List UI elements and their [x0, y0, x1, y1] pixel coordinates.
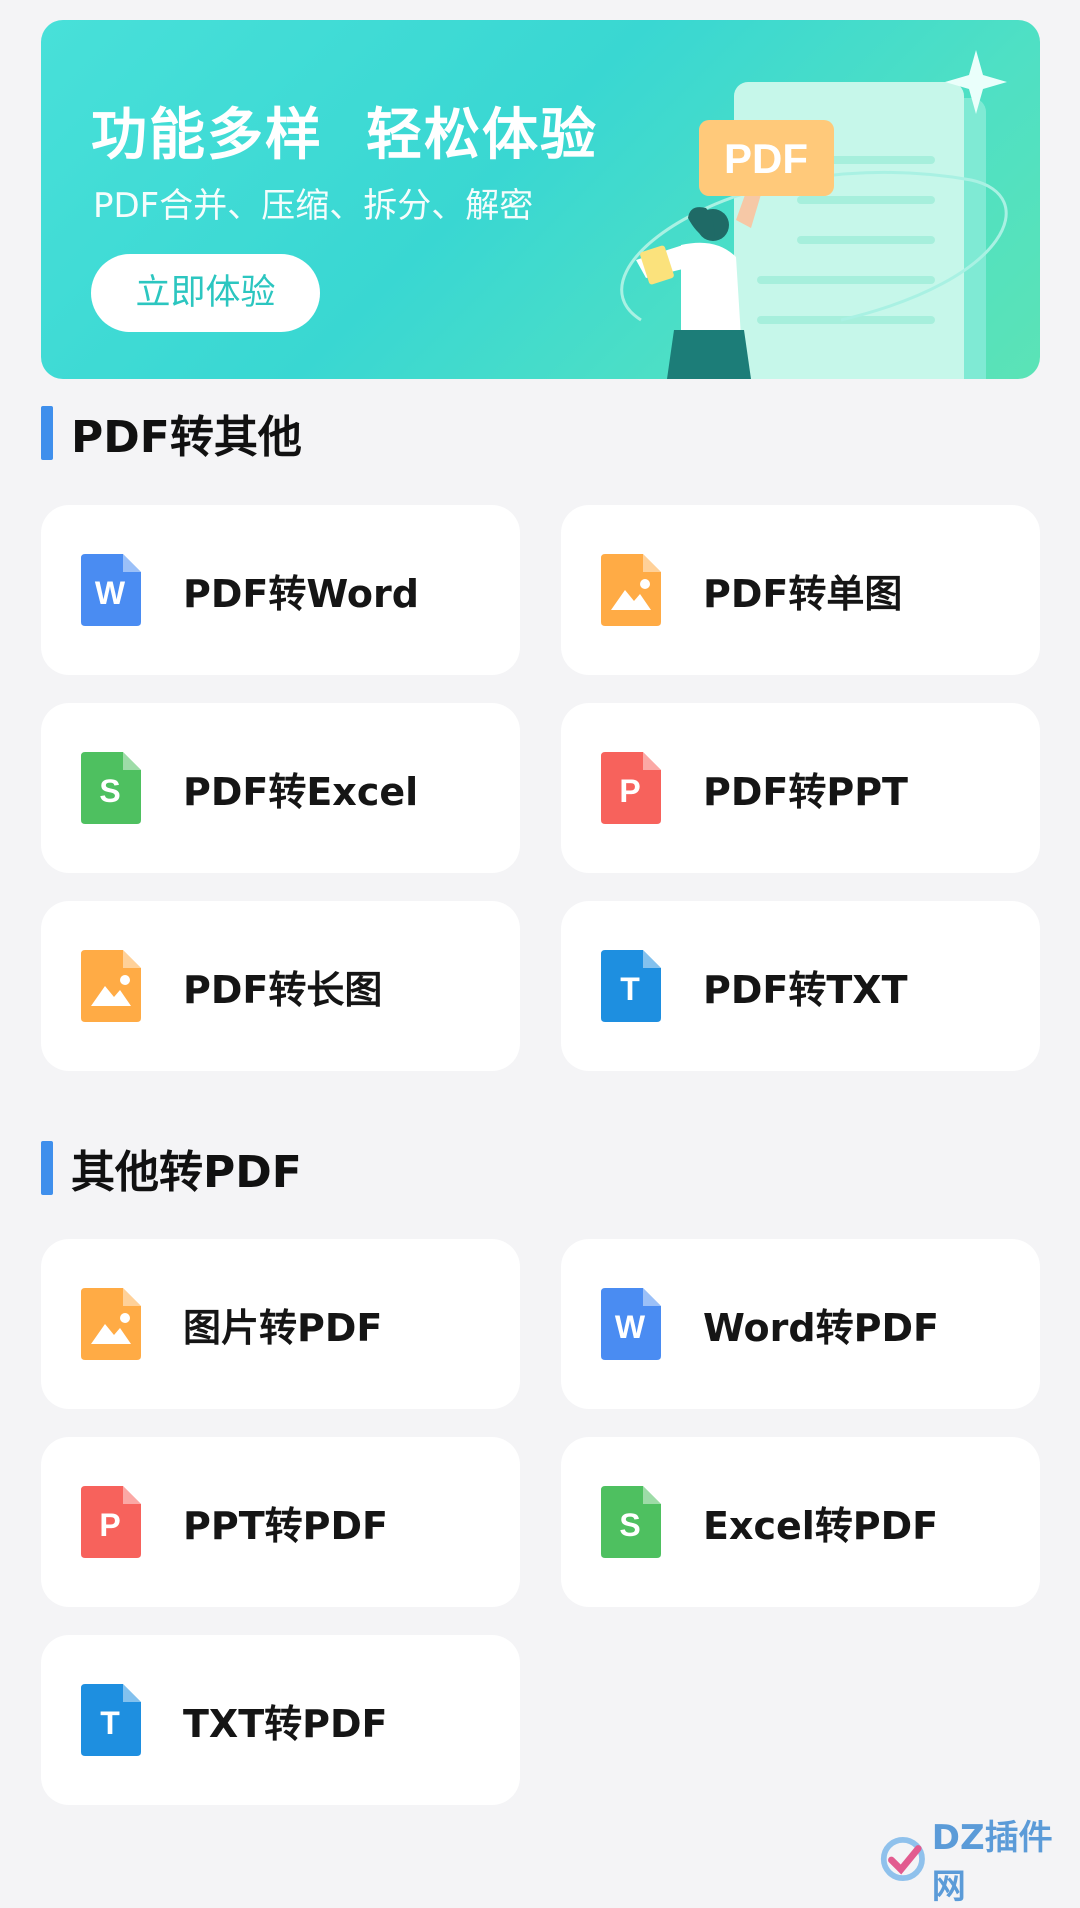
svg-text:W: W — [615, 1309, 646, 1345]
tool-card-label: PDF转Word — [183, 571, 419, 616]
pdf-badge-text: PDF — [724, 135, 808, 182]
tool-card-txt-to-pdf[interactable]: T TXT转PDF — [41, 1635, 520, 1805]
watermark-text: DZ插件网 — [931, 1818, 1053, 1907]
tool-card-label: PDF转PPT — [703, 769, 908, 814]
section-accent-bar — [41, 1141, 53, 1195]
tool-card-pdf-to-excel[interactable]: S PDF转Excel — [41, 703, 520, 873]
section-header-pdf-to-other: PDF转其他 — [41, 406, 302, 463]
ppt-file-icon: P — [81, 1486, 141, 1558]
tool-card-pdf-to-image[interactable]: PDF转单图 — [561, 505, 1040, 675]
try-now-button[interactable]: 立即体验 — [91, 254, 320, 332]
section-title: PDF转其他 — [71, 412, 302, 463]
word-file-icon: W — [81, 554, 141, 626]
tool-card-label: Excel转PDF — [703, 1503, 939, 1548]
section-title: 其他转PDF — [71, 1147, 302, 1198]
svg-text:P: P — [99, 1507, 120, 1543]
tool-card-pdf-to-long-image[interactable]: PDF转长图 — [41, 901, 520, 1071]
svg-text:T: T — [100, 1705, 120, 1741]
txt-file-icon: T — [81, 1684, 141, 1756]
section-header-other-to-pdf: 其他转PDF — [41, 1141, 302, 1198]
tool-card-label: PPT转PDF — [183, 1503, 388, 1548]
tool-card-label: Word转PDF — [703, 1305, 939, 1350]
image-file-icon — [601, 554, 661, 626]
watermark-check-icon — [880, 1836, 925, 1882]
svg-text:W: W — [95, 575, 126, 611]
tool-card-word-to-pdf[interactable]: W Word转PDF — [561, 1239, 1040, 1409]
tool-card-excel-to-pdf[interactable]: S Excel转PDF — [561, 1437, 1040, 1607]
tool-card-label: PDF转单图 — [703, 571, 903, 616]
watermark-logo: DZ插件网 — [878, 1810, 1080, 1908]
excel-file-icon: S — [601, 1486, 661, 1558]
promo-banner[interactable]: PDF 功能多样 轻松体验 PDF合并、压缩、拆分、解密 立即体验 — [41, 20, 1040, 379]
tool-card-label: PDF转Excel — [183, 769, 419, 814]
tool-card-pdf-to-ppt[interactable]: P PDF转PPT — [561, 703, 1040, 873]
section-accent-bar — [41, 406, 53, 460]
tool-card-pdf-to-txt[interactable]: T PDF转TXT — [561, 901, 1040, 1071]
tool-card-pdf-to-word[interactable]: W PDF转Word — [41, 505, 520, 675]
image-file-icon — [81, 950, 141, 1022]
ppt-file-icon: P — [601, 752, 661, 824]
word-file-icon: W — [601, 1288, 661, 1360]
tool-card-label: PDF转TXT — [703, 967, 908, 1012]
image-file-icon — [81, 1288, 141, 1360]
banner-subtitle: PDF合并、压缩、拆分、解密 — [93, 186, 534, 226]
svg-text:T: T — [620, 971, 640, 1007]
tool-card-image-to-pdf[interactable]: 图片转PDF — [41, 1239, 520, 1409]
excel-file-icon: S — [81, 752, 141, 824]
tool-card-label: TXT转PDF — [183, 1701, 388, 1746]
banner-title: 功能多样 轻松体验 — [91, 103, 598, 168]
tool-card-label: 图片转PDF — [183, 1305, 383, 1350]
tool-card-label: PDF转长图 — [183, 967, 383, 1012]
svg-text:S: S — [619, 1507, 640, 1543]
svg-text:P: P — [619, 773, 640, 809]
txt-file-icon: T — [601, 950, 661, 1022]
svg-text:S: S — [99, 773, 120, 809]
tool-card-ppt-to-pdf[interactable]: P PPT转PDF — [41, 1437, 520, 1607]
